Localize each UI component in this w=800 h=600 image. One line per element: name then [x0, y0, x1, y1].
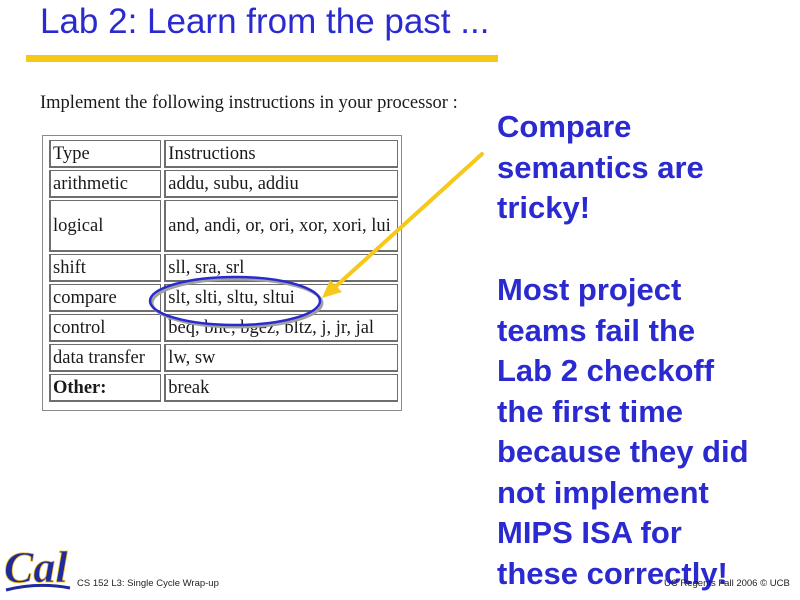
- table-row: shift sll, sra, srl: [49, 254, 398, 282]
- callout-line: semantics are: [497, 149, 704, 185]
- cal-logo: Cal: [4, 543, 71, 592]
- instruction-table-frame: Type Instructions arithmetic addu, subu,…: [42, 135, 402, 411]
- table-row: arithmetic addu, subu, addiu: [49, 170, 398, 198]
- callout-project-teams: Most project teams fail the Lab 2 checko…: [497, 270, 797, 594]
- row-instructions: lw, sw: [164, 344, 398, 372]
- table-header-row: Type Instructions: [49, 140, 398, 168]
- callout-line: Lab 2 checkoff: [497, 353, 715, 388]
- slide-title: Lab 2: Learn from the past ...: [40, 2, 490, 41]
- callout-line: Compare: [497, 109, 632, 144]
- callout-line: not implement: [497, 474, 709, 510]
- instruction-table: Type Instructions arithmetic addu, subu,…: [46, 138, 401, 404]
- row-type: logical: [49, 200, 162, 252]
- table-row-compare: compare slt, slti, sltu, sltui: [49, 284, 398, 312]
- callout-compare-semantics: Compare semantics are tricky!: [497, 107, 797, 229]
- row-type: arithmetic: [49, 170, 162, 198]
- row-instructions: beq, bne, bgez, bltz, j, jr, jal: [164, 314, 398, 342]
- table-row: data transfer lw, sw: [49, 344, 398, 372]
- header-type: Type: [49, 140, 162, 168]
- callout-line: MIPS ISA for: [497, 515, 682, 550]
- row-instructions: break: [164, 374, 398, 402]
- row-type: data transfer: [49, 344, 162, 372]
- footer-copyright: UC Regents Fall 2006 © UCB: [664, 578, 790, 589]
- row-type: Other:: [49, 374, 162, 402]
- footer-course-label: CS 152 L3: Single Cycle Wrap-up: [77, 578, 219, 589]
- title-underline-rule: [26, 55, 498, 62]
- callout-line: teams fail the: [497, 312, 696, 348]
- table-row: logical and, andi, or, ori, xor, xori, l…: [49, 200, 398, 252]
- callout-line: Most project: [497, 272, 682, 307]
- row-type: shift: [49, 254, 162, 282]
- table-caption: Implement the following instructions in …: [40, 93, 458, 113]
- row-instructions: slt, slti, sltu, sltui: [164, 284, 398, 312]
- callout-line: tricky!: [497, 190, 591, 225]
- row-type: control: [49, 314, 162, 342]
- callout-line: the first time: [497, 393, 684, 429]
- table-row: Other: break: [49, 374, 398, 402]
- row-type: compare: [49, 284, 162, 312]
- table-row: control beq, bne, bgez, bltz, j, jr, jal: [49, 314, 398, 342]
- row-instructions: addu, subu, addiu: [164, 170, 398, 198]
- row-instructions: sll, sra, srl: [164, 254, 398, 282]
- header-instructions: Instructions: [164, 140, 398, 168]
- callout-line: because they did: [497, 434, 749, 469]
- row-instructions: and, andi, or, ori, xor, xori, lui: [164, 200, 398, 252]
